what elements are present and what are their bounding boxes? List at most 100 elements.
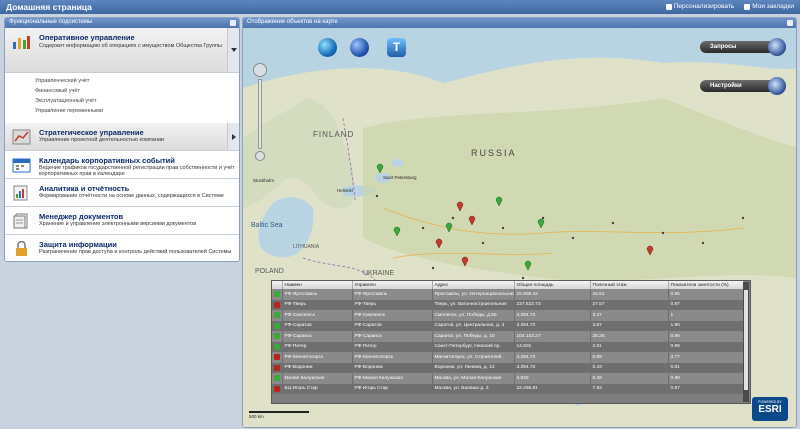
person-icon [665, 3, 672, 10]
table-row[interactable]: Малая Калужская РФ-Малая Калужская Москва,… [272, 373, 744, 384]
col-status [272, 281, 283, 289]
cell-address: Воронеж, ул. Ленина, д. 13 [432, 362, 515, 373]
cell-unit: РФ-Магнитогорск [352, 352, 433, 363]
status-ok-icon [274, 312, 280, 319]
map-panel-header: Отображение объектов на карте [243, 18, 796, 28]
map-panel: Отображение объектов на карте FINLAND RU… [242, 17, 797, 428]
status-ok-icon [274, 333, 280, 340]
cell-occ: 0.99 [668, 341, 744, 352]
cell-floors: 0.69 [590, 352, 669, 363]
settings-button[interactable]: Настройки [700, 77, 786, 95]
section-title: Стратегическое управление [39, 128, 144, 137]
subitem-financial-accounting[interactable]: Финансовый учёт [35, 86, 239, 96]
scale-bar: 500 km [249, 411, 309, 419]
globe-icon[interactable] [318, 38, 337, 57]
section-analytics[interactable]: Аналитика и отчётность Формирование отчё… [5, 179, 239, 207]
grid-body: РФ-Ярославль РФ-Ярославль Ярославль, ул. И… [272, 289, 744, 394]
col-occupancy[interactable]: Показатели занятости (%) [668, 281, 744, 289]
cell-name: РФ-Воронеж [282, 362, 353, 373]
section-security[interactable]: Защита информации Разграничение прав дос… [5, 235, 239, 261]
calendar-icon [12, 158, 31, 173]
cell-unit: РФ-Ярославль [352, 289, 433, 300]
collapse-arrow-button[interactable] [227, 28, 239, 72]
col-floors[interactable]: Полезный этаж [590, 281, 669, 289]
row-status-cell [272, 352, 283, 363]
table-row[interactable]: РФ-Магнитогорск РФ-Магнитогорск Магнитогор… [272, 352, 744, 363]
section-desc: Хранение и управление электронными верси… [39, 221, 197, 227]
cell-unit: РФ-Игорь Стар [352, 383, 433, 394]
personalize-link[interactable]: Персонализировать [665, 3, 734, 10]
esri-logo: POWERED BY ESRI [752, 397, 788, 421]
panel-maximize-button[interactable] [787, 20, 793, 26]
status-error-icon [274, 364, 280, 371]
cell-address: Саранск, ул. Победы, д. 15 [432, 331, 515, 342]
cell-name: РФ-Тверь [282, 299, 353, 310]
analytics-icon [13, 185, 28, 201]
table-row[interactable]: РФ-Смоленск РФ-Смоленск Смоленск, ул. Побе… [272, 310, 744, 321]
grid-header-row: Наимен Управлен Адрес Общая площадь Поле… [272, 281, 744, 289]
text-tool-icon[interactable]: T [387, 38, 406, 57]
cell-area: 237.523.73 [514, 299, 591, 310]
table-row[interactable]: РФ-Саратов РФ-Саратов Саратов, ул. Централ… [272, 320, 744, 331]
cell-address: Магнитогорск, ул. Строителей [432, 352, 515, 363]
cell-address: Саратов, ул. Центральная, д. 4 [432, 320, 515, 331]
zoom-handle[interactable] [255, 151, 265, 161]
status-ok-icon [274, 291, 280, 298]
compass-icon[interactable] [350, 38, 369, 57]
subitem-operating-accounting[interactable]: Эксплуатационный учёт [35, 96, 239, 106]
row-status-cell [272, 289, 283, 300]
table-row[interactable]: БЦ Игорь Стар РФ-Игорь Стар Москва, ул. Ба… [272, 383, 744, 394]
cell-name: РФ-Саратов [282, 320, 353, 331]
subitem-management-accounting[interactable]: Управленческий учёт [35, 76, 239, 86]
section-operational[interactable]: Оперативное управление Содержит информац… [5, 28, 239, 73]
status-error-icon [274, 301, 280, 308]
section-strategic[interactable]: Стратегическое управление Управление про… [5, 123, 239, 151]
section-calendar[interactable]: Календарь корпоративных событий Ведение … [5, 151, 239, 179]
col-unit[interactable]: Управлен [352, 281, 433, 289]
section-desc: Формирование отчётности на основе данных… [39, 193, 224, 199]
col-area[interactable]: Общая площадь [514, 281, 591, 289]
map-panel-title: Отображение объектов на карте [247, 19, 338, 25]
section-title: Оперативное управление [39, 33, 135, 42]
cell-floors: 28.25 [590, 331, 669, 342]
subitem-variables-management[interactable]: Управление переменными [35, 106, 239, 116]
cell-floors: 0.43 [590, 362, 669, 373]
section-title: Календарь корпоративных событий [39, 156, 175, 165]
scale-line [249, 411, 309, 413]
cell-occ: 0.87 [668, 383, 744, 394]
status-ok-icon [274, 322, 280, 329]
table-row[interactable]: РФ-Воронеж РФ-Воронеж Воронеж, ул. Ленина,… [272, 362, 744, 373]
section-desc: Ведение графиков государственной регистр… [39, 165, 235, 177]
section-documents[interactable]: Менеджер документов Хранение и управлени… [5, 207, 239, 235]
cell-occ: 0.96 [668, 331, 744, 342]
pan-control[interactable] [253, 63, 267, 77]
section-desc: Управление проектной деятельностью компа… [39, 137, 165, 143]
panel-maximize-button[interactable] [230, 20, 236, 26]
section-title: Менеджер документов [39, 212, 124, 221]
table-row[interactable]: РФ-Ярославль РФ-Ярославль Ярославль, ул. И… [272, 289, 744, 300]
cell-area: 3.940 [514, 373, 591, 384]
col-name[interactable]: Наимен [282, 281, 353, 289]
cell-address: Санкт-Петербург, Невский пр. [432, 341, 515, 352]
cell-area: 3.294.73 [514, 362, 591, 373]
bookmarks-link[interactable]: Мои закладки [744, 3, 794, 10]
cell-address: Москва, ул. Малая Калужская [432, 373, 515, 384]
cell-unit: РФ-Тверь [352, 299, 433, 310]
status-ok-icon [274, 375, 280, 382]
grid-scrollbar[interactable] [743, 282, 749, 402]
cell-area: 3.294.73 [514, 320, 591, 331]
queries-button[interactable]: Запросы [700, 38, 786, 56]
cell-area: 14.601 [514, 341, 591, 352]
table-row[interactable]: РФ-Тверь РФ-Тверь Тверь, ул. Вагонностроит… [272, 299, 744, 310]
zoom-bar[interactable] [258, 79, 262, 149]
zoom-slider[interactable] [253, 63, 267, 163]
col-address[interactable]: Адрес [432, 281, 515, 289]
map-label-baltic: Baltic Sea [251, 222, 283, 229]
table-row[interactable]: РФ-Саранск РФ-Саранск Саранск, ул. Победы,… [272, 331, 744, 342]
cell-name: БЦ Игорь Стар [282, 383, 353, 394]
map-label-finland: FINLAND [313, 130, 355, 139]
section-title: Защита информации [39, 240, 117, 249]
expand-arrow-button[interactable] [227, 123, 239, 150]
map-label-helsinki: Helsinki [337, 188, 353, 193]
table-row[interactable]: РФ-Питер РФ-Питер Санкт-Петербург, Невский… [272, 341, 744, 352]
